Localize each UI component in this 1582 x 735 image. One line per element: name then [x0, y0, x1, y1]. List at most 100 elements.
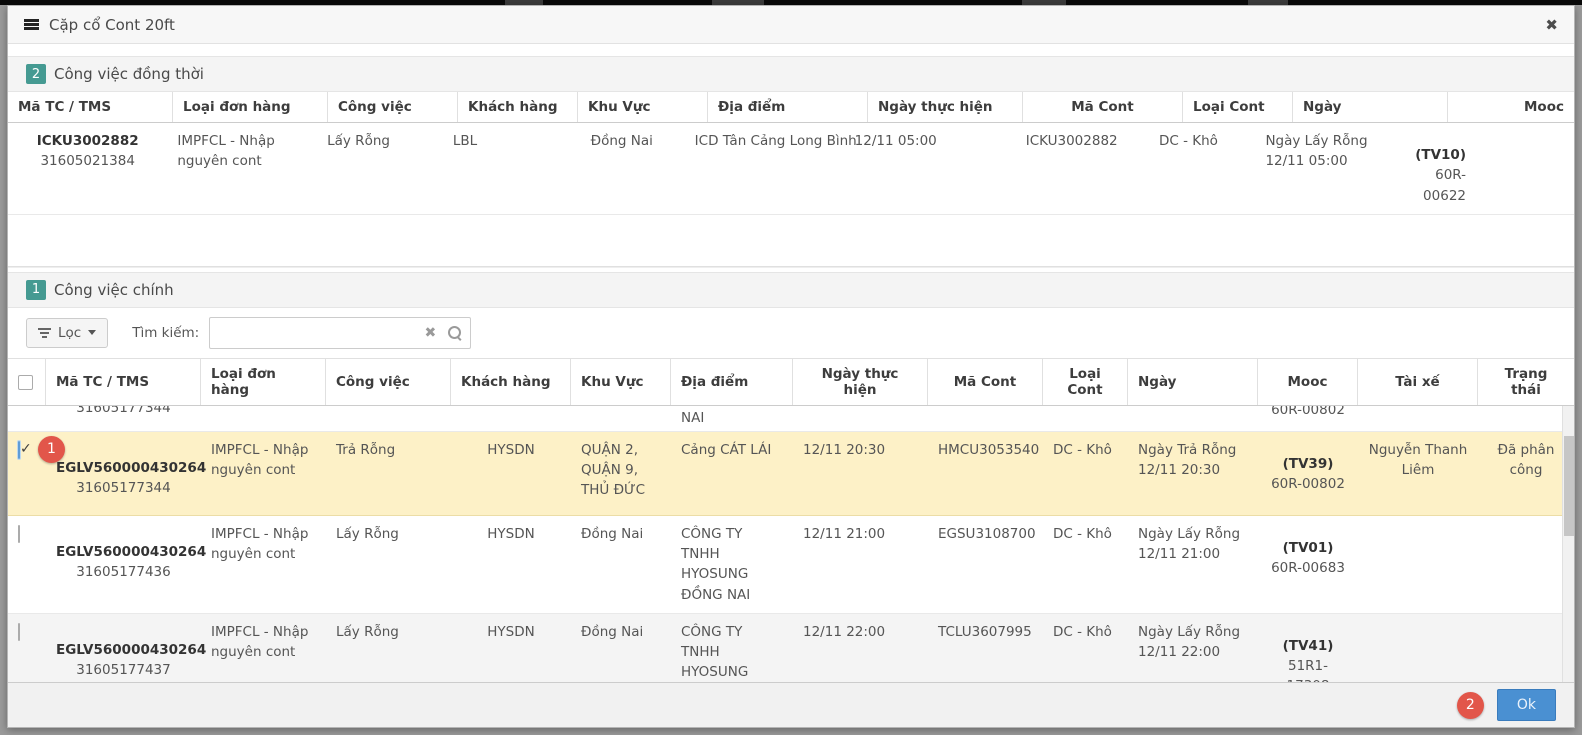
column-header[interactable]: Khách hàng: [451, 358, 571, 405]
cell-ngay: Ngày Lấy Rỗng 12/11 22:00: [1138, 623, 1241, 660]
row-checkbox[interactable]: [18, 622, 20, 641]
cell-ngay-thuc-hien: 12/11 20:30: [803, 441, 886, 458]
modal-footer: 2 Ok: [8, 682, 1574, 727]
cell-ma-cont: HMCU3053540: [938, 441, 1040, 458]
main-table-body: 31605177344 NAI 60R-00802 1: [8, 405, 1574, 690]
filter-bar: Lọc Tìm kiếm: ✖: [8, 307, 1574, 358]
cell-khach-hang: HYSDN: [487, 525, 535, 542]
cell-cong-viec: Trả Rỗng: [336, 441, 396, 458]
table-row-partial-top[interactable]: 31605177344 NAI 60R-00802: [8, 405, 1574, 432]
modal-cap-co-cont: Cặp cổ Cont 20ft ✖ 2 Công việc đồng thời…: [7, 5, 1575, 728]
section-number-badge: 2: [26, 64, 46, 84]
main-section-header: 1 Công việc chính: [8, 271, 1574, 308]
cell-ma-tc-tms: EGLV560000430264 31605177436: [56, 543, 207, 580]
column-header[interactable]: Loại đơn hàng: [201, 358, 326, 405]
close-icon[interactable]: ✖: [1545, 16, 1558, 34]
cell-cong-viec: Lấy Rỗng: [336, 525, 399, 542]
column-header[interactable]: Địa điểm: [671, 358, 793, 405]
column-header[interactable]: Ngày: [1293, 92, 1448, 122]
search-input[interactable]: [218, 324, 425, 341]
cell-cong-viec: Lấy Rỗng: [327, 133, 390, 149]
table-row[interactable]: ICKU3002882 31605021384 IMPFCL - Nhập ng…: [8, 123, 1574, 215]
cell-ma-tc-tms: 31605177344: [76, 405, 171, 416]
vertical-scrollbar[interactable]: [1562, 405, 1574, 690]
column-header[interactable]: Khu Vực: [571, 358, 671, 405]
select-all-checkbox[interactable]: [18, 375, 33, 391]
cell-khu-vuc: QUẬN 2, QUẬN 9, THỦ ĐỨC: [581, 441, 646, 499]
scrollbar-thumb[interactable]: [1564, 435, 1574, 536]
cell-loai-don-hang: IMPFCL - Nhập nguyên cont: [211, 441, 309, 478]
search-icon[interactable]: [448, 325, 462, 340]
cell-cong-viec: Lấy Rỗng: [336, 623, 399, 640]
cell-ma-tc-tms: EGLV560000430264 31605177437: [56, 641, 207, 678]
cell-loai-cont: DC - Khô: [1053, 623, 1112, 640]
cell-checkbox: [8, 614, 46, 690]
cell-khu-vuc: Đồng Nai: [581, 623, 644, 640]
row-checkbox[interactable]: [18, 524, 20, 543]
spacer: [8, 44, 1574, 56]
cell-checkbox: [8, 516, 46, 613]
cell-loai-don-hang: IMPFCL - Nhập nguyên cont: [211, 525, 309, 562]
table-row-selected[interactable]: 1 EGLV560000430264 31605177344 IMPFCL - …: [8, 431, 1574, 516]
cell-loai-don-hang: IMPFCL - Nhập nguyên cont: [177, 133, 275, 170]
modal-header: Cặp cổ Cont 20ft ✖: [8, 6, 1574, 44]
cell-tai-xe: Nguyễn Thanh Liêm: [1368, 441, 1468, 478]
cell-mooc: 60R-00802: [1271, 405, 1345, 418]
main-section: 1 Công việc chính Lọc Tìm kiếm: ✖ Mã TC …: [8, 271, 1574, 690]
step-1-badge: 1: [38, 435, 65, 463]
cell-ma-tc-tms: EGLV560000430264 31605177344: [56, 459, 207, 496]
chevron-down-icon: [88, 330, 97, 336]
table-row[interactable]: EGLV560000430264 31605177436 IMPFCL - Nh…: [8, 515, 1574, 614]
table-row[interactable]: EGLV560000430264 31605177437 IMPFCL - Nh…: [8, 613, 1574, 690]
cell-loai-cont: DC - Khô: [1053, 441, 1112, 458]
column-header[interactable]: Khách hàng: [458, 92, 578, 122]
cell-trang-thai: Đã phân công: [1497, 441, 1555, 478]
row-checkbox-checked[interactable]: [18, 440, 20, 459]
column-header[interactable]: Công việc: [328, 92, 458, 122]
concurrent-section-title: Công việc đồng thời: [54, 65, 204, 83]
column-header[interactable]: Mã TC / TMS: [8, 92, 173, 122]
hamburger-icon: [24, 19, 39, 30]
cell-ngay: Ngày Trả Rỗng 12/11 20:30: [1138, 441, 1237, 478]
cell-loai-don-hang: IMPFCL - Nhập nguyên cont: [211, 623, 309, 660]
cell-checkbox: 1: [8, 432, 65, 515]
column-header[interactable]: Công việc: [326, 358, 451, 405]
main-section-title: Công việc chính: [54, 280, 174, 299]
cell-khach-hang: HYSDN: [487, 623, 535, 640]
filter-dropdown-button[interactable]: Lọc: [26, 317, 109, 348]
empty-area: [8, 214, 1574, 267]
column-header[interactable]: Loại Cont: [1043, 358, 1128, 405]
cell-ngay-thuc-hien: 12/11 05:00: [854, 133, 937, 149]
column-header[interactable]: Trạng thái: [1478, 359, 1574, 405]
column-header[interactable]: Mã TC / TMS: [46, 358, 201, 405]
concurrent-section-header: 2 Công việc đồng thời: [8, 56, 1574, 92]
concurrent-section: 2 Công việc đồng thời Mã TC / TMS Loại đ…: [8, 56, 1574, 267]
cell-dia-diem: CÔNG TY TNHH HYOSUNG ĐỒNG NAI: [681, 525, 751, 603]
column-header[interactable]: Mooc: [1448, 92, 1574, 122]
ok-button[interactable]: Ok: [1496, 689, 1556, 721]
cell-khu-vuc: Đồng Nai: [590, 133, 653, 149]
cell-dia-diem: NAI: [681, 409, 705, 426]
cell-ngay: Ngày Lấy Rỗng 12/11 21:00: [1138, 525, 1241, 562]
column-header[interactable]: Loại đơn hàng: [173, 92, 328, 122]
column-header[interactable]: Mã Cont: [1023, 92, 1183, 122]
clear-search-icon[interactable]: ✖: [424, 325, 436, 341]
concurrent-table-header: Mã TC / TMS Loại đơn hàng Công việc Khác…: [8, 92, 1574, 123]
column-header[interactable]: Tài xế: [1358, 358, 1478, 405]
column-header[interactable]: Địa điểm: [708, 92, 868, 122]
cell-loai-cont: DC - Khô: [1053, 525, 1112, 542]
column-header[interactable]: Khu Vực: [578, 92, 708, 122]
cell-mooc: (TV41) 51R1-17308: [1282, 637, 1334, 690]
main-table-header: Mã TC / TMS Loại đơn hàng Công việc Khác…: [8, 357, 1574, 406]
column-header[interactable]: Ngày thực hiện: [868, 92, 1023, 122]
section-number-badge: 1: [26, 279, 46, 300]
column-header[interactable]: Mooc: [1258, 358, 1358, 405]
column-header[interactable]: Ngày: [1128, 358, 1258, 405]
cell-ngay: Ngày Lấy Rỗng 12/11 05:00: [1265, 133, 1368, 170]
cell-dia-diem: Cảng CÁT LÁI: [681, 441, 772, 458]
column-header[interactable]: Loại Cont: [1183, 92, 1293, 122]
cell-mooc: (TV10) 60R-00622: [1415, 147, 1466, 204]
select-all-cell: [8, 358, 46, 405]
column-header[interactable]: Mã Cont: [928, 358, 1043, 405]
column-header[interactable]: Ngày thực hiện: [793, 358, 928, 405]
